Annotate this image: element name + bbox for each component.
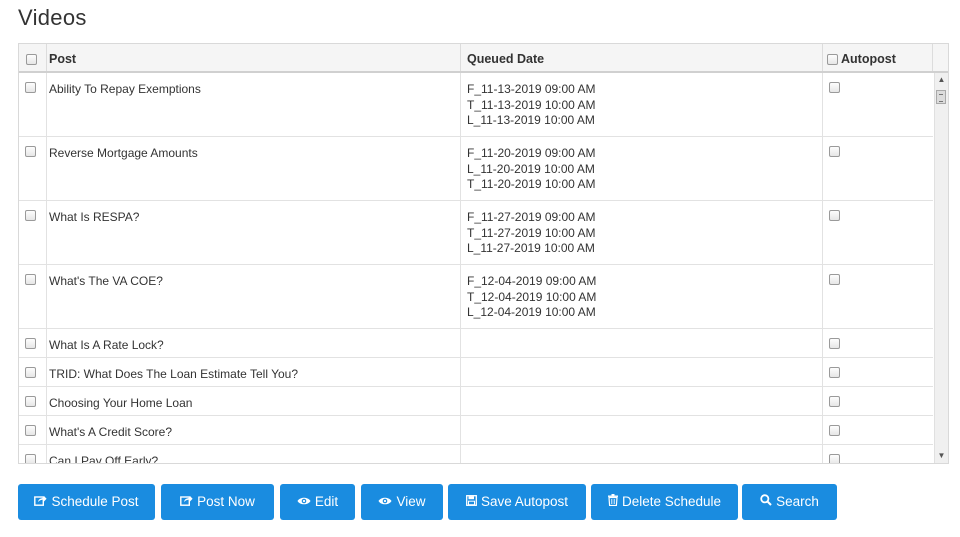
post-title-cell: TRID: What Does The Loan Estimate Tell Y…	[49, 367, 299, 381]
table-row[interactable]: Can I Pay Off Early?	[19, 445, 933, 463]
scroll-up-arrow-icon[interactable]: ▲	[935, 73, 948, 87]
queued-date-entry: L_11-13-2019 10:00 AM	[467, 113, 595, 127]
autopost-checkbox[interactable]	[829, 338, 840, 349]
row-select-checkbox[interactable]	[25, 454, 36, 463]
grid-header: Post Queued Date Autopost	[19, 44, 948, 73]
vertical-scrollbar[interactable]: ▲ ▼	[934, 73, 948, 463]
queued-date-cell: F_11-13-2019 09:00 AM T_11-13-2019 10:00 …	[467, 82, 596, 129]
eye-icon	[297, 484, 311, 520]
trash-icon	[607, 484, 618, 520]
queued-date-entry: T_11-20-2019 10:00 AM	[467, 177, 596, 191]
table-row[interactable]: Reverse Mortgage Amounts F_11-20-2019 09:…	[19, 137, 933, 201]
table-row[interactable]: What's The VA COE? F_12-04-2019 09:00 AM T…	[19, 265, 933, 329]
autopost-checkbox[interactable]	[829, 454, 840, 463]
search-label: Search	[776, 494, 819, 509]
delete-schedule-label: Delete Schedule	[621, 494, 722, 509]
table-row[interactable]: What Is RESPA? F_11-27-2019 09:00 AM T_11-…	[19, 201, 933, 265]
queued-date-entry: F_11-13-2019 09:00 AM	[467, 82, 596, 96]
queued-date-cell: F_11-27-2019 09:00 AM T_11-27-2019 10:00 …	[467, 210, 596, 257]
table-row[interactable]: Choosing Your Home Loan	[19, 387, 933, 416]
row-select-checkbox[interactable]	[25, 338, 36, 349]
page-title: Videos	[18, 5, 87, 30]
table-row[interactable]: TRID: What Does The Loan Estimate Tell Y…	[19, 358, 933, 387]
view-label: View	[396, 494, 426, 509]
row-select-checkbox[interactable]	[25, 396, 36, 407]
post-title-cell: What's A Credit Score?	[49, 425, 173, 439]
autopost-header-label: Autopost	[841, 52, 896, 66]
save-autopost-label: Save Autopost	[480, 494, 569, 509]
row-select-checkbox[interactable]	[25, 274, 36, 285]
row-select-checkbox[interactable]	[25, 367, 36, 378]
column-header-autopost: Autopost	[823, 44, 933, 71]
queued-date-cell: F_11-20-2019 09:00 AM L_11-20-2019 10:00 …	[467, 146, 596, 193]
post-now-label: Post Now	[197, 494, 255, 509]
row-select-checkbox[interactable]	[25, 210, 36, 221]
post-title-cell: Reverse Mortgage Amounts	[49, 146, 198, 160]
post-title-cell: Choosing Your Home Loan	[49, 396, 193, 410]
floppy-icon	[466, 484, 477, 520]
edit-label: Edit	[314, 494, 339, 509]
autopost-checkbox[interactable]	[829, 146, 840, 157]
eye-icon	[378, 484, 392, 520]
queued-date-entry: F_11-27-2019 09:00 AM	[467, 210, 596, 224]
autopost-checkbox[interactable]	[829, 210, 840, 221]
queued-date-entry: T_11-27-2019 10:00 AM	[467, 225, 596, 240]
share-icon	[34, 484, 48, 520]
share-icon	[180, 484, 193, 520]
post-title-cell: What Is A Rate Lock?	[49, 338, 164, 352]
search-button[interactable]: Search	[742, 484, 837, 520]
post-now-button[interactable]: Post Now	[161, 484, 274, 520]
queued-date-entry: L_11-27-2019 10:00 AM	[467, 241, 595, 255]
queued-date-entry: T_11-13-2019 10:00 AM	[467, 97, 596, 112]
row-select-checkbox[interactable]	[25, 82, 36, 93]
autopost-checkbox[interactable]	[829, 367, 840, 378]
row-select-checkbox[interactable]	[25, 425, 36, 436]
table-row[interactable]: What Is A Rate Lock?	[19, 329, 933, 358]
scroll-down-arrow-icon[interactable]: ▼	[935, 449, 948, 463]
table-row[interactable]: Ability To Repay Exemptions F_11-13-2019 …	[19, 73, 933, 137]
table-row[interactable]: What's A Credit Score?	[19, 416, 933, 445]
queued-date-entry: T_12-04-2019 10:00 AM	[467, 289, 597, 304]
column-header-post[interactable]: Post	[47, 44, 461, 71]
header-select-cell	[19, 44, 47, 71]
autopost-all-checkbox[interactable]	[827, 54, 838, 66]
post-title-cell: What Is RESPA?	[49, 210, 140, 224]
select-all-checkbox[interactable]	[26, 54, 37, 66]
search-icon	[760, 484, 772, 520]
autopost-checkbox[interactable]	[829, 274, 840, 285]
column-header-queued-date[interactable]: Queued Date	[461, 44, 823, 71]
post-title-cell: Ability To Repay Exemptions	[49, 82, 201, 96]
post-title-cell: What's The VA COE?	[49, 274, 163, 288]
schedule-post-button[interactable]: Schedule Post	[18, 484, 155, 520]
post-title-cell: Can I Pay Off Early?	[49, 454, 159, 463]
queued-date-cell: F_12-04-2019 09:00 AM T_12-04-2019 10:00 …	[467, 274, 596, 321]
grid-body: Ability To Repay Exemptions F_11-13-2019 …	[19, 73, 933, 463]
autopost-checkbox[interactable]	[829, 396, 840, 407]
queued-date-entry: F_12-04-2019 09:00 AM	[467, 274, 597, 288]
queued-date-entry: L_12-04-2019 10:00 AM	[467, 305, 596, 319]
save-autopost-button[interactable]: Save Autopost	[448, 484, 586, 520]
schedule-post-label: Schedule Post	[51, 494, 139, 509]
queued-date-entry: F_11-20-2019 09:00 AM	[467, 146, 596, 160]
videos-grid: Post Queued Date Autopost Ability To Rep…	[18, 43, 949, 464]
row-select-checkbox[interactable]	[25, 146, 36, 157]
autopost-checkbox[interactable]	[829, 82, 840, 93]
queued-date-entry: L_11-20-2019 10:00 AM	[467, 161, 595, 176]
edit-button[interactable]: Edit	[280, 484, 355, 520]
view-button[interactable]: View	[361, 484, 443, 520]
delete-schedule-button[interactable]: Delete Schedule	[591, 484, 738, 520]
autopost-checkbox[interactable]	[829, 425, 840, 436]
scroll-thumb[interactable]	[936, 90, 946, 104]
